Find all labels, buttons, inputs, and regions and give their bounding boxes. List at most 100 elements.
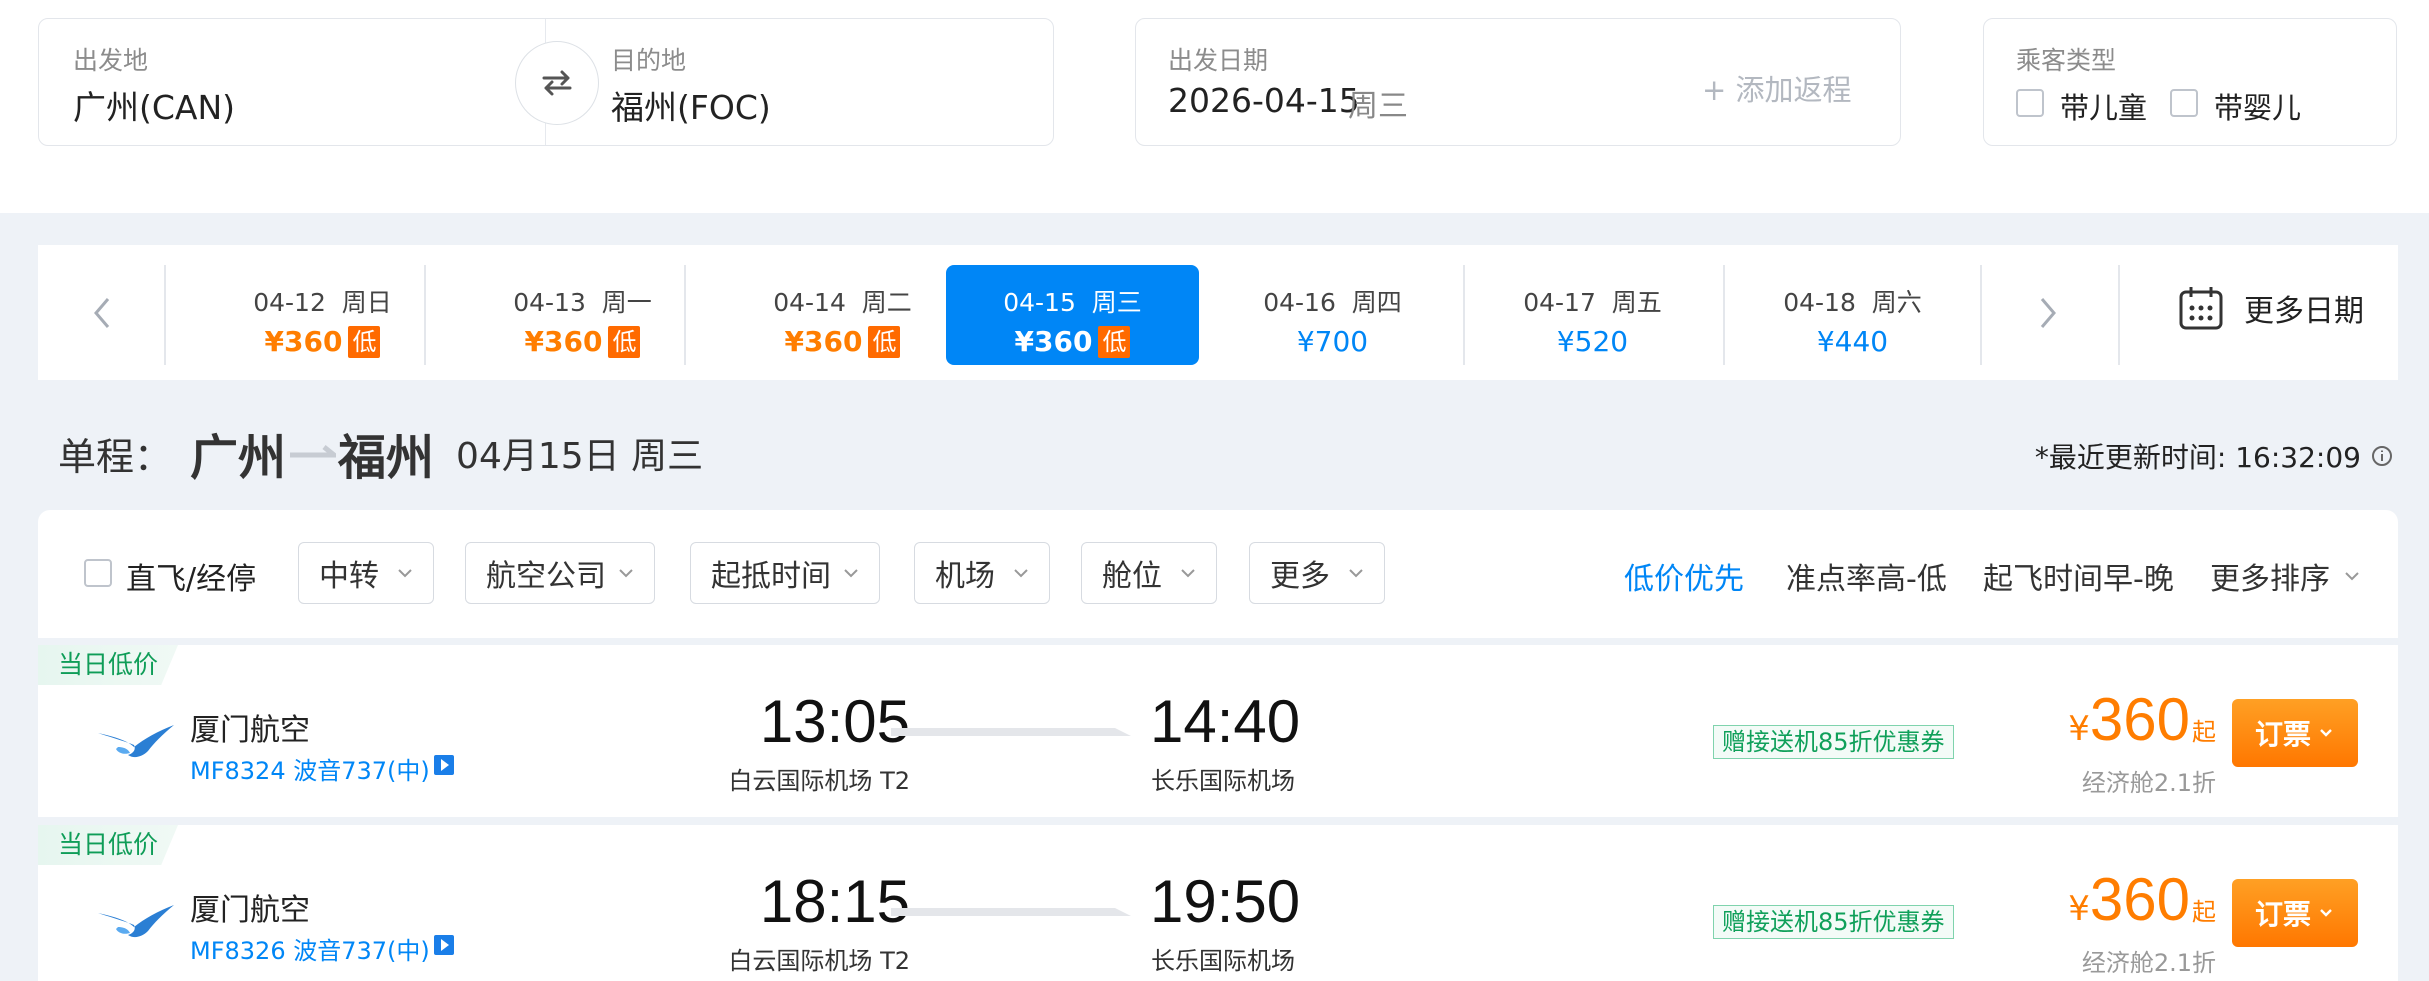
sort-low-price[interactable]: 低价优先 — [1624, 554, 1744, 598]
departure-airport: 白云国际机场 T2 — [728, 767, 910, 795]
route-card: 出发地 广州(CAN) 目的地 福州(FOC) — [38, 18, 1054, 146]
more-filter[interactable]: 更多 — [1249, 542, 1385, 604]
date-cell[interactable]: 04-18 周六 ¥440 — [1726, 265, 1979, 365]
chevron-right-icon — [2040, 297, 2056, 328]
coupon-badge: 赠接送机85折优惠券 — [1713, 725, 1954, 759]
date-cell-price: ¥360 — [524, 325, 603, 358]
low-badge: 低 — [608, 325, 641, 358]
direct-checkbox[interactable] — [84, 559, 112, 587]
chevron-down-icon — [1014, 569, 1028, 578]
direct-label[interactable]: 直飞/经停 — [126, 554, 256, 598]
infant-label[interactable]: 带婴儿 — [2214, 85, 2301, 127]
filter-bar: 直飞/经停 中转 航空公司 起抵时间 机场 舱位 更多 低价优先 准点率高-低 … — [38, 510, 2398, 638]
low-badge: 低 — [348, 325, 381, 358]
more-dates-label: 更多日期 — [2244, 294, 2364, 329]
passenger-label: 乘客类型 — [2016, 46, 2117, 75]
prev-dates-button[interactable] — [38, 245, 166, 380]
sort-departure[interactable]: 起飞时间早-晚 — [1983, 554, 2174, 598]
price: ¥360 起 — [2068, 685, 2216, 754]
next-dates-button[interactable] — [1984, 245, 2112, 380]
trip-type: 单程： — [58, 434, 173, 479]
chevron-down-icon — [2320, 909, 2332, 917]
infant-checkbox[interactable] — [2170, 89, 2198, 117]
route-from: 广州 — [190, 430, 287, 486]
date-cell-date: 04-16 — [1263, 288, 1336, 317]
transfer-filter[interactable]: 中转 — [298, 542, 434, 604]
date-card[interactable]: 出发日期 2026-04-15 周三 + 添加返程 — [1135, 18, 1901, 146]
date-cell-weekday: 周三 — [1091, 288, 1142, 317]
date-value: 2026-04-15 — [1168, 81, 1360, 120]
cabin-discount: 经济舱2.1折 — [2081, 769, 2216, 797]
sort-more[interactable]: 更多排序 — [2210, 554, 2362, 598]
more-filter-label: 更多 — [1270, 559, 1330, 594]
divider — [1723, 265, 1725, 365]
depart-label: 出发地 — [73, 46, 149, 75]
date-cell[interactable]: 04-16 周四 ¥700 — [1206, 265, 1459, 365]
airline-name: 厦门航空 — [190, 893, 310, 928]
arrival-time: 19:50 — [1150, 868, 1301, 935]
date-cell-date: 04-14 — [773, 288, 846, 317]
time-filter[interactable]: 起抵时间 — [690, 542, 880, 604]
price-value: 360 — [2089, 866, 2190, 933]
route-header: 单程： 广州 福州 04月15日 周三 — [58, 418, 703, 488]
flight-row[interactable]: 当日低价 厦门航空 MF8324 波音737(中) 13:05 白云国际机场 T… — [38, 645, 2398, 817]
arrival-airport: 长乐国际机场 — [1151, 947, 1295, 975]
child-checkbox[interactable] — [2016, 89, 2044, 117]
date-cell[interactable]: 04-12 周日 ¥360 低 — [196, 265, 449, 365]
chevron-down-icon — [2345, 572, 2359, 581]
calendar-icon — [2179, 287, 2223, 330]
book-button[interactable]: 订票 — [2232, 879, 2358, 947]
date-weekday: 周三 — [1348, 89, 1408, 124]
book-button[interactable]: 订票 — [2232, 699, 2358, 767]
chevron-down-icon — [844, 569, 858, 578]
child-label[interactable]: 带儿童 — [2060, 85, 2147, 127]
transfer-filter-label: 中转 — [319, 559, 379, 594]
add-return-button[interactable]: + 添加返程 — [1702, 67, 1852, 109]
chevron-down-icon — [1181, 569, 1195, 578]
swap-button[interactable] — [515, 41, 599, 125]
divider — [164, 265, 166, 365]
airport-filter-label: 机场 — [935, 559, 995, 594]
aircraft-info-icon[interactable] — [434, 755, 454, 775]
divider — [2118, 265, 2120, 365]
date-cell-selected[interactable]: 04-15 周三 ¥360 低 — [946, 265, 1199, 365]
cabin-discount: 经济舱2.1折 — [2081, 949, 2216, 977]
price-value: 360 — [2089, 686, 2190, 753]
flight-number[interactable]: MF8326 波音737(中) — [190, 931, 430, 966]
chevron-down-icon — [1349, 569, 1363, 578]
divider — [424, 265, 426, 365]
chevron-down-icon — [2320, 729, 2332, 737]
update-time-text: *最近更新时间: 16:32:09 — [2034, 441, 2361, 474]
sort-ontime[interactable]: 准点率高-低 — [1786, 554, 1947, 598]
chevron-down-icon — [619, 569, 633, 578]
more-dates-button[interactable]: 更多日期 — [2178, 285, 2364, 331]
coupon-badge: 赠接送机85折优惠券 — [1713, 905, 1954, 939]
date-cell[interactable]: 04-13 周一 ¥360 低 — [456, 265, 709, 365]
flight-path-line — [891, 728, 1131, 736]
divider — [1463, 265, 1465, 365]
info-icon[interactable] — [2371, 445, 2393, 467]
cabin-filter[interactable]: 舱位 — [1081, 542, 1217, 604]
chevron-down-icon — [398, 569, 412, 578]
divider — [1980, 265, 1982, 365]
date-cell-date: 04-17 — [1523, 288, 1596, 317]
flight-path-line — [891, 908, 1131, 916]
depart-field[interactable]: 广州(CAN) — [73, 81, 235, 129]
date-cell[interactable]: 04-14 周二 ¥360 低 — [716, 265, 969, 365]
date-cell-weekday: 周二 — [861, 288, 912, 317]
airline-filter[interactable]: 航空公司 — [465, 542, 655, 604]
date-cell-price: ¥360 — [1014, 325, 1093, 358]
aircraft-info-icon[interactable] — [434, 935, 454, 955]
date-cell[interactable]: 04-17 周五 ¥520 — [1466, 265, 1719, 365]
price-from-label: 起 — [2192, 898, 2216, 926]
arrive-field[interactable]: 福州(FOC) — [611, 81, 771, 129]
price-currency: ¥ — [2068, 889, 2090, 929]
flight-row[interactable]: 当日低价 厦门航空 MF8326 波音737(中) 18:15 白云国际机场 T… — [38, 825, 2398, 981]
date-cell-price: ¥520 — [1556, 325, 1629, 358]
airport-filter[interactable]: 机场 — [914, 542, 1050, 604]
price: ¥360 起 — [2068, 865, 2216, 934]
date-cell-weekday: 周日 — [341, 288, 392, 317]
date-cell-price: ¥360 — [784, 325, 863, 358]
flight-number[interactable]: MF8324 波音737(中) — [190, 751, 430, 786]
date-cell-weekday: 周四 — [1351, 288, 1402, 317]
